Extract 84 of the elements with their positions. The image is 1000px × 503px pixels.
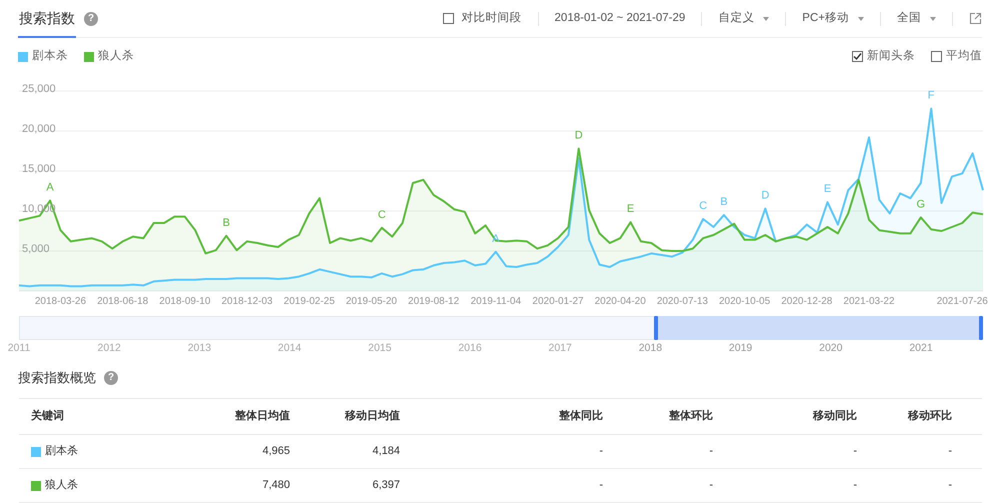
dropdown[interactable]: PC+移动: [802, 10, 864, 28]
axis-label: 2018-03-26: [34, 296, 86, 307]
year-label: 2018: [638, 341, 662, 356]
table-cell: -: [412, 434, 615, 468]
column-header: 整体日均值: [190, 398, 302, 434]
range-handle[interactable]: [654, 316, 658, 340]
year-label: 2014: [278, 341, 302, 356]
axis-label: 2021-03-22: [843, 296, 895, 307]
table-cell: 6,397: [302, 468, 412, 502]
annotation-label[interactable]: B: [720, 196, 728, 208]
annotation-label[interactable]: C: [699, 200, 708, 212]
axis-label: 2021-07-26: [936, 296, 988, 307]
axis-label: 15,000: [22, 163, 56, 175]
table-cell: 4,965: [190, 434, 302, 468]
dropdown[interactable]: 自定义: [718, 10, 770, 28]
year-label: 2011: [8, 341, 30, 356]
axis-label: 5,000: [22, 243, 50, 255]
range-handle[interactable]: [979, 316, 983, 340]
table-cell: -: [869, 468, 982, 502]
axis-label: 2018-09-10: [159, 296, 210, 307]
axis-label: 2018-12-03: [221, 296, 273, 307]
tab[interactable]: 搜索指数: [18, 0, 76, 38]
table-cell: -: [412, 468, 615, 502]
year-label: 2021: [909, 341, 933, 356]
column-header: 移动环比: [869, 398, 982, 434]
year-label: 2017: [548, 341, 572, 356]
checkbox[interactable]: [852, 51, 863, 62]
axis-label: 2020-10-05: [719, 296, 770, 307]
caret-icon: [930, 16, 936, 20]
annotation-label[interactable]: C: [378, 208, 386, 221]
column-header: 整体环比: [615, 398, 725, 434]
checkbox[interactable]: [442, 13, 454, 24]
legend-label: 狼人杀: [98, 48, 134, 64]
table-cell: -: [615, 468, 725, 502]
annotation-label[interactable]: D: [574, 130, 583, 142]
keyword-text: 剧本杀: [45, 444, 78, 460]
axis-label: 2019-11-04: [470, 296, 522, 307]
checkbox-label: 对比时间段: [462, 10, 522, 26]
column-header: 整体同比: [412, 398, 615, 434]
checkbox-label: 新闻头条: [867, 48, 915, 64]
axis-label: 2019-05-20: [346, 296, 397, 307]
table-cell: -: [869, 434, 982, 468]
axis-label: 2019-02-25: [284, 296, 335, 307]
dropdown[interactable]: 全国: [897, 10, 936, 28]
help-icon[interactable]: ?: [104, 371, 118, 385]
legend-label: 剧本杀: [32, 48, 68, 64]
date-range[interactable]: 2018-01-02 ~ 2021-07-29: [554, 10, 686, 28]
checkbox-label: 平均值: [946, 48, 982, 64]
annotation-label[interactable]: B: [222, 216, 230, 229]
axis-label: 20,000: [22, 123, 56, 135]
annotation-label[interactable]: E: [824, 183, 832, 196]
year-label: 2016: [458, 341, 482, 356]
caret-icon: [858, 16, 864, 20]
table-cell: -: [615, 434, 725, 468]
table-cell: -: [725, 468, 869, 502]
annotation-label[interactable]: E: [626, 203, 634, 216]
column-header: 关键词: [19, 398, 190, 434]
checkbox[interactable]: [931, 51, 942, 62]
year-label: 2012: [98, 341, 121, 356]
annotation-label[interactable]: A: [46, 182, 54, 194]
axis-label: 2018-06-18: [97, 296, 148, 307]
year-label: 2019: [728, 341, 752, 356]
table-cell: 4,184: [302, 434, 412, 468]
axis-label: 2019-08-12: [408, 296, 460, 307]
share-icon[interactable]: [969, 12, 982, 25]
caret-icon: [763, 16, 770, 20]
axis-label: 2020-12-28: [781, 296, 832, 307]
table-cell: 7,480: [190, 468, 302, 502]
axis-label: 2020-04-20: [594, 296, 646, 307]
year-label: 2015: [368, 341, 392, 356]
annotation-label[interactable]: D: [761, 190, 770, 202]
section-title: 搜索指数概览: [18, 369, 96, 388]
axis-label: 2020-01-27: [532, 296, 584, 307]
year-label: 2013: [188, 341, 212, 356]
annotation-label[interactable]: F: [928, 90, 935, 102]
keyword-text: 狼人杀: [45, 478, 78, 494]
help-icon[interactable]: ?: [84, 12, 98, 26]
annotation-label[interactable]: G: [916, 198, 926, 210]
column-header: 移动日均值: [302, 398, 412, 434]
table-cell: -: [725, 434, 869, 468]
year-label: 2020: [819, 341, 842, 356]
axis-label: 2020-07-13: [656, 296, 708, 307]
column-header: 移动同比: [725, 398, 869, 434]
axis-label: 25,000: [22, 83, 56, 95]
